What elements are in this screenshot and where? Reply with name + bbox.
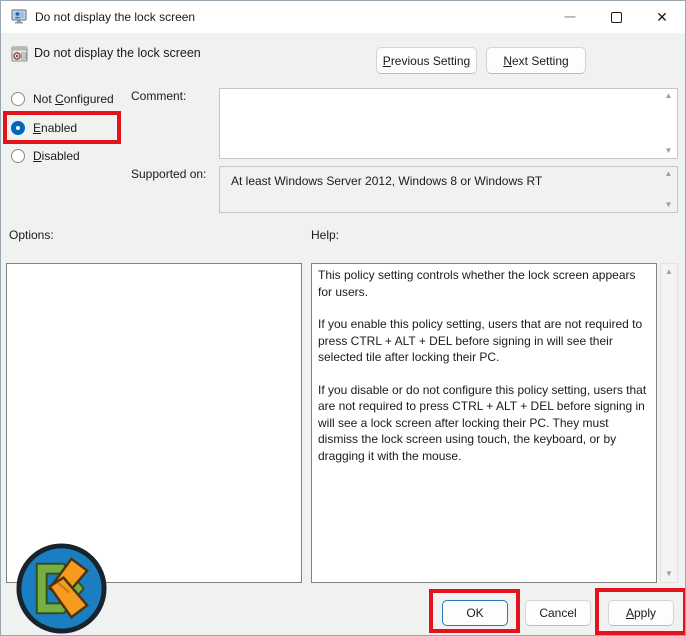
policy-setting-dialog: Do not display the lock screen — ✕ Do no… (0, 0, 686, 636)
scroll-up-icon[interactable]: ▲ (665, 268, 673, 276)
scroll-up-icon[interactable]: ▲ (665, 92, 673, 100)
cancel-button[interactable]: Cancel (525, 600, 591, 626)
radio-circle-enabled[interactable] (11, 121, 25, 135)
minimize-button[interactable]: — (547, 1, 593, 33)
next-setting-button[interactable]: Next Setting (486, 47, 586, 74)
scroll-up-icon[interactable]: ▲ (665, 170, 673, 178)
radio-circle-disabled[interactable] (11, 149, 25, 163)
scroll-down-icon[interactable]: ▼ (665, 201, 673, 209)
apply-button[interactable]: Apply (608, 600, 674, 626)
radio-label-not-configured: Not Configured (33, 92, 114, 106)
window-title: Do not display the lock screen (35, 10, 196, 24)
maximize-button[interactable] (593, 1, 639, 33)
radio-disabled[interactable]: Disabled (11, 148, 80, 164)
help-scrollbar[interactable]: ▲ ▼ (660, 263, 678, 583)
help-text-area[interactable]: This policy setting controls whether the… (311, 263, 657, 583)
watermark-logo (16, 543, 107, 634)
supported-on-scrollbar[interactable]: ▲ ▼ (660, 167, 677, 212)
comment-scrollbar[interactable]: ▲ ▼ (660, 89, 677, 158)
supported-on-label: Supported on: (131, 167, 207, 181)
help-paragraph: This policy setting controls whether the… (318, 268, 636, 299)
previous-setting-button[interactable]: Previous Setting (376, 47, 477, 74)
radio-label-disabled: Disabled (33, 149, 80, 163)
scroll-down-icon[interactable]: ▼ (665, 570, 673, 578)
help-label: Help: (311, 228, 340, 242)
scroll-down-icon[interactable]: ▼ (665, 147, 673, 155)
radio-not-configured[interactable]: Not Configured (11, 91, 114, 107)
help-paragraph: If you enable this policy setting, users… (318, 317, 643, 364)
help-paragraph: If you disable or do not configure this … (318, 382, 647, 463)
supported-on-value: At least Windows Server 2012, Windows 8 … (231, 174, 543, 188)
ok-button[interactable]: OK (442, 600, 508, 626)
group-policy-app-icon (11, 9, 27, 24)
maximize-icon (610, 11, 622, 23)
options-label: Options: (9, 228, 54, 242)
supported-on-field: At least Windows Server 2012, Windows 8 … (219, 166, 678, 213)
radio-circle-not-configured[interactable] (11, 92, 25, 106)
radio-label-enabled: Enabled (33, 121, 78, 135)
close-button[interactable]: ✕ (639, 1, 685, 33)
options-panel (6, 263, 302, 583)
radio-enabled[interactable]: Enabled (11, 120, 77, 136)
setting-name: Do not display the lock screen (34, 46, 201, 60)
title-bar: Do not display the lock screen — ✕ (1, 1, 685, 33)
policy-setting-icon (11, 46, 28, 62)
comment-textarea[interactable]: ▲ ▼ (219, 88, 678, 159)
comment-label: Comment: (131, 89, 187, 103)
